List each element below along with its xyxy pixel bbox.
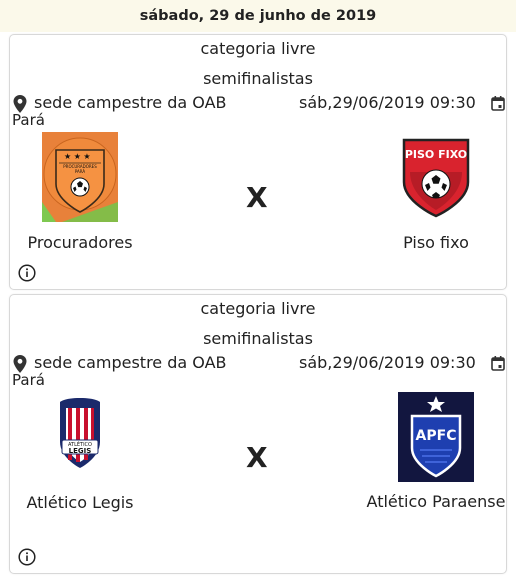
match-city: Pará	[12, 371, 45, 389]
match-phase: semifinalistas	[203, 69, 313, 88]
atletico-legis-logo[interactable]: ATLÉTICO LEGIS	[42, 392, 118, 482]
away-team-name[interactable]: Piso fixo	[364, 233, 508, 252]
match-city: Pará	[12, 111, 45, 129]
piso-fixo-logo[interactable]: PISO FIXO	[398, 132, 474, 222]
versus-label: X	[246, 181, 268, 214]
calendar-icon	[491, 356, 505, 371]
svg-text:★ ★ ★: ★ ★ ★	[64, 152, 91, 161]
match-card[interactable]: categoria livre semifinalistas sede camp…	[9, 294, 507, 574]
apfc-logo[interactable]: APFC	[398, 392, 474, 482]
match-card[interactable]: categoria livre semifinalistas sede camp…	[9, 34, 507, 290]
home-team-name[interactable]: Procuradores	[10, 233, 150, 252]
away-team-name[interactable]: Atlético Paraense	[364, 491, 508, 512]
svg-text:APFC: APFC	[416, 428, 457, 444]
versus-label: X	[246, 441, 268, 474]
svg-text:PISO FIXO: PISO FIXO	[405, 148, 467, 161]
svg-text:LEGIS: LEGIS	[69, 447, 92, 455]
match-datetime: sáb,29/06/2019 09:30	[299, 353, 476, 372]
home-team-name[interactable]: Atlético Legis	[10, 493, 150, 512]
match-venue: sede campestre da OAB	[34, 353, 227, 372]
calendar-icon	[491, 96, 505, 111]
procuradores-logo[interactable]: ★ ★ ★ PROCURADORES PARÁ	[42, 132, 118, 222]
match-datetime: sáb,29/06/2019 09:30	[299, 93, 476, 112]
svg-text:PARÁ: PARÁ	[75, 169, 86, 174]
info-icon[interactable]	[18, 264, 36, 282]
match-category: categoria livre	[200, 39, 316, 58]
match-category: categoria livre	[200, 299, 316, 318]
match-phase: semifinalistas	[203, 329, 313, 348]
match-venue: sede campestre da OAB	[34, 93, 227, 112]
info-icon[interactable]	[18, 548, 36, 566]
date-header: sábado, 29 de junho de 2019	[0, 0, 516, 32]
